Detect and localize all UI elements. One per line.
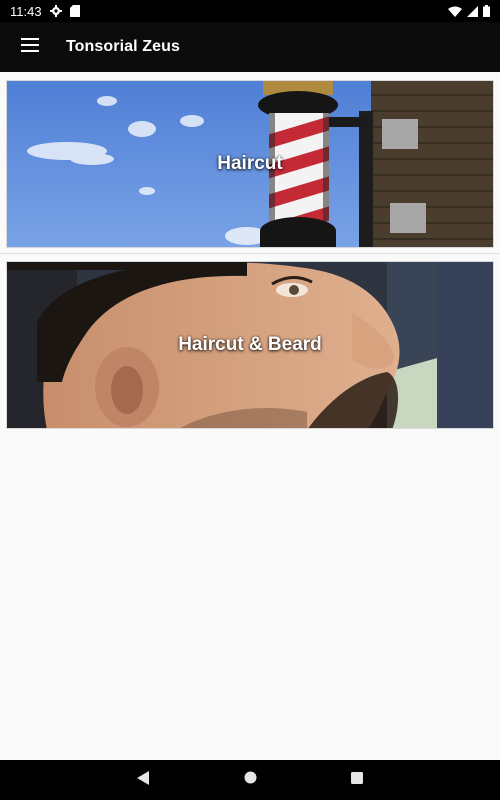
battery-icon: [483, 5, 490, 17]
status-time: 11:43: [10, 3, 42, 19]
status-bar: 11:43: [0, 0, 500, 22]
hamburger-menu-icon: [21, 37, 39, 57]
menu-button[interactable]: [0, 22, 60, 72]
page-title: Tonsorial Zeus: [66, 38, 181, 55]
status-left: 11:43: [10, 4, 80, 19]
gear-icon: [49, 5, 62, 17]
recents-icon: [351, 771, 363, 789]
home-icon: [244, 771, 257, 789]
app-bar: Tonsorial Zeus: [0, 22, 500, 72]
man-profile-photo: [7, 262, 493, 428]
divider: [0, 253, 500, 254]
sd-card-icon: [69, 5, 80, 17]
barber-pole-photo: [7, 81, 493, 247]
service-card-haircut-beard[interactable]: Haircut & Beard: [6, 261, 494, 429]
back-icon: [137, 770, 149, 790]
back-button[interactable]: [90, 760, 197, 800]
status-right: [448, 5, 490, 17]
system-nav-bar: [0, 760, 500, 800]
home-button[interactable]: [197, 760, 304, 800]
signal-icon: [467, 5, 478, 17]
recents-button[interactable]: [304, 760, 411, 800]
service-list: Haircut Haircut & Beard: [0, 72, 500, 760]
service-card-haircut[interactable]: Haircut: [6, 80, 494, 248]
wifi-icon: [448, 6, 462, 17]
